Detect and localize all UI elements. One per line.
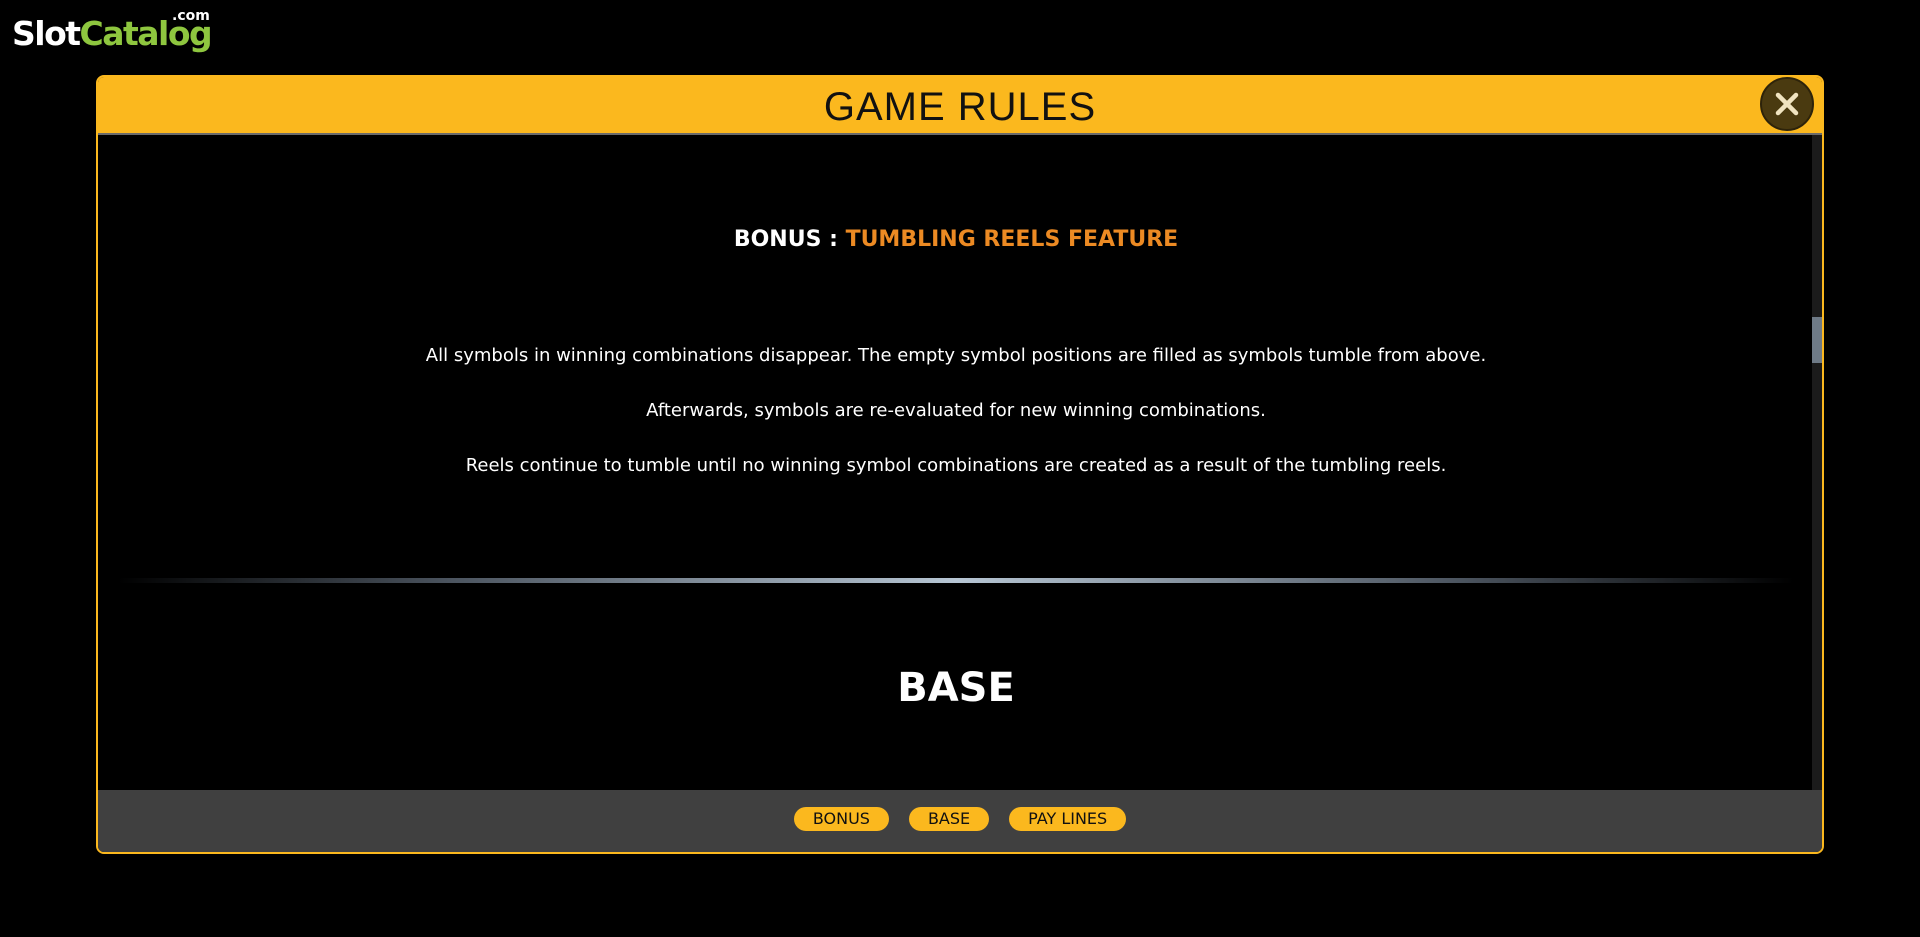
content-scrollbar[interactable]	[1812, 135, 1822, 790]
logo-com-text: .com	[172, 8, 210, 24]
close-icon	[1775, 92, 1799, 116]
modal-title: GAME RULES	[823, 85, 1097, 129]
heading-prefix: BONUS :	[733, 227, 838, 252]
close-button[interactable]	[1760, 77, 1814, 131]
rule-paragraph: Reels continue to tumble until no winnin…	[465, 455, 1447, 476]
section-heading: BONUS : TUMBLING REELS FEATURE	[98, 227, 1814, 252]
rule-paragraph: Afterwards, symbols are re-evaluated for…	[646, 400, 1266, 421]
logo-slot-text: Slot	[12, 14, 81, 53]
slotcatalog-logo[interactable]: SlotCatalog .com	[12, 8, 213, 56]
modal-footer: BONUS BASE PAY LINES	[98, 790, 1822, 852]
heading-feature-name: TUMBLING REELS FEATURE	[845, 227, 1179, 252]
game-rules-modal: GAME RULES BONUS : TUMBLING REELS FEATUR…	[96, 75, 1824, 854]
section-divider	[118, 578, 1794, 583]
nav-button-bonus[interactable]: BONUS	[793, 807, 889, 831]
section-nav: BONUS BASE PAY LINES	[98, 807, 1822, 831]
nav-button-pay-lines[interactable]: PAY LINES	[1009, 807, 1127, 831]
rules-content: BONUS : TUMBLING REELS FEATURE All symbo…	[98, 135, 1814, 790]
modal-header: GAME RULES	[98, 77, 1822, 135]
nav-button-base[interactable]: BASE	[908, 807, 990, 831]
base-section-title: BASE	[897, 665, 1015, 711]
rule-paragraph: All symbols in winning combinations disa…	[425, 345, 1487, 366]
scrollbar-thumb[interactable]	[1812, 317, 1822, 363]
